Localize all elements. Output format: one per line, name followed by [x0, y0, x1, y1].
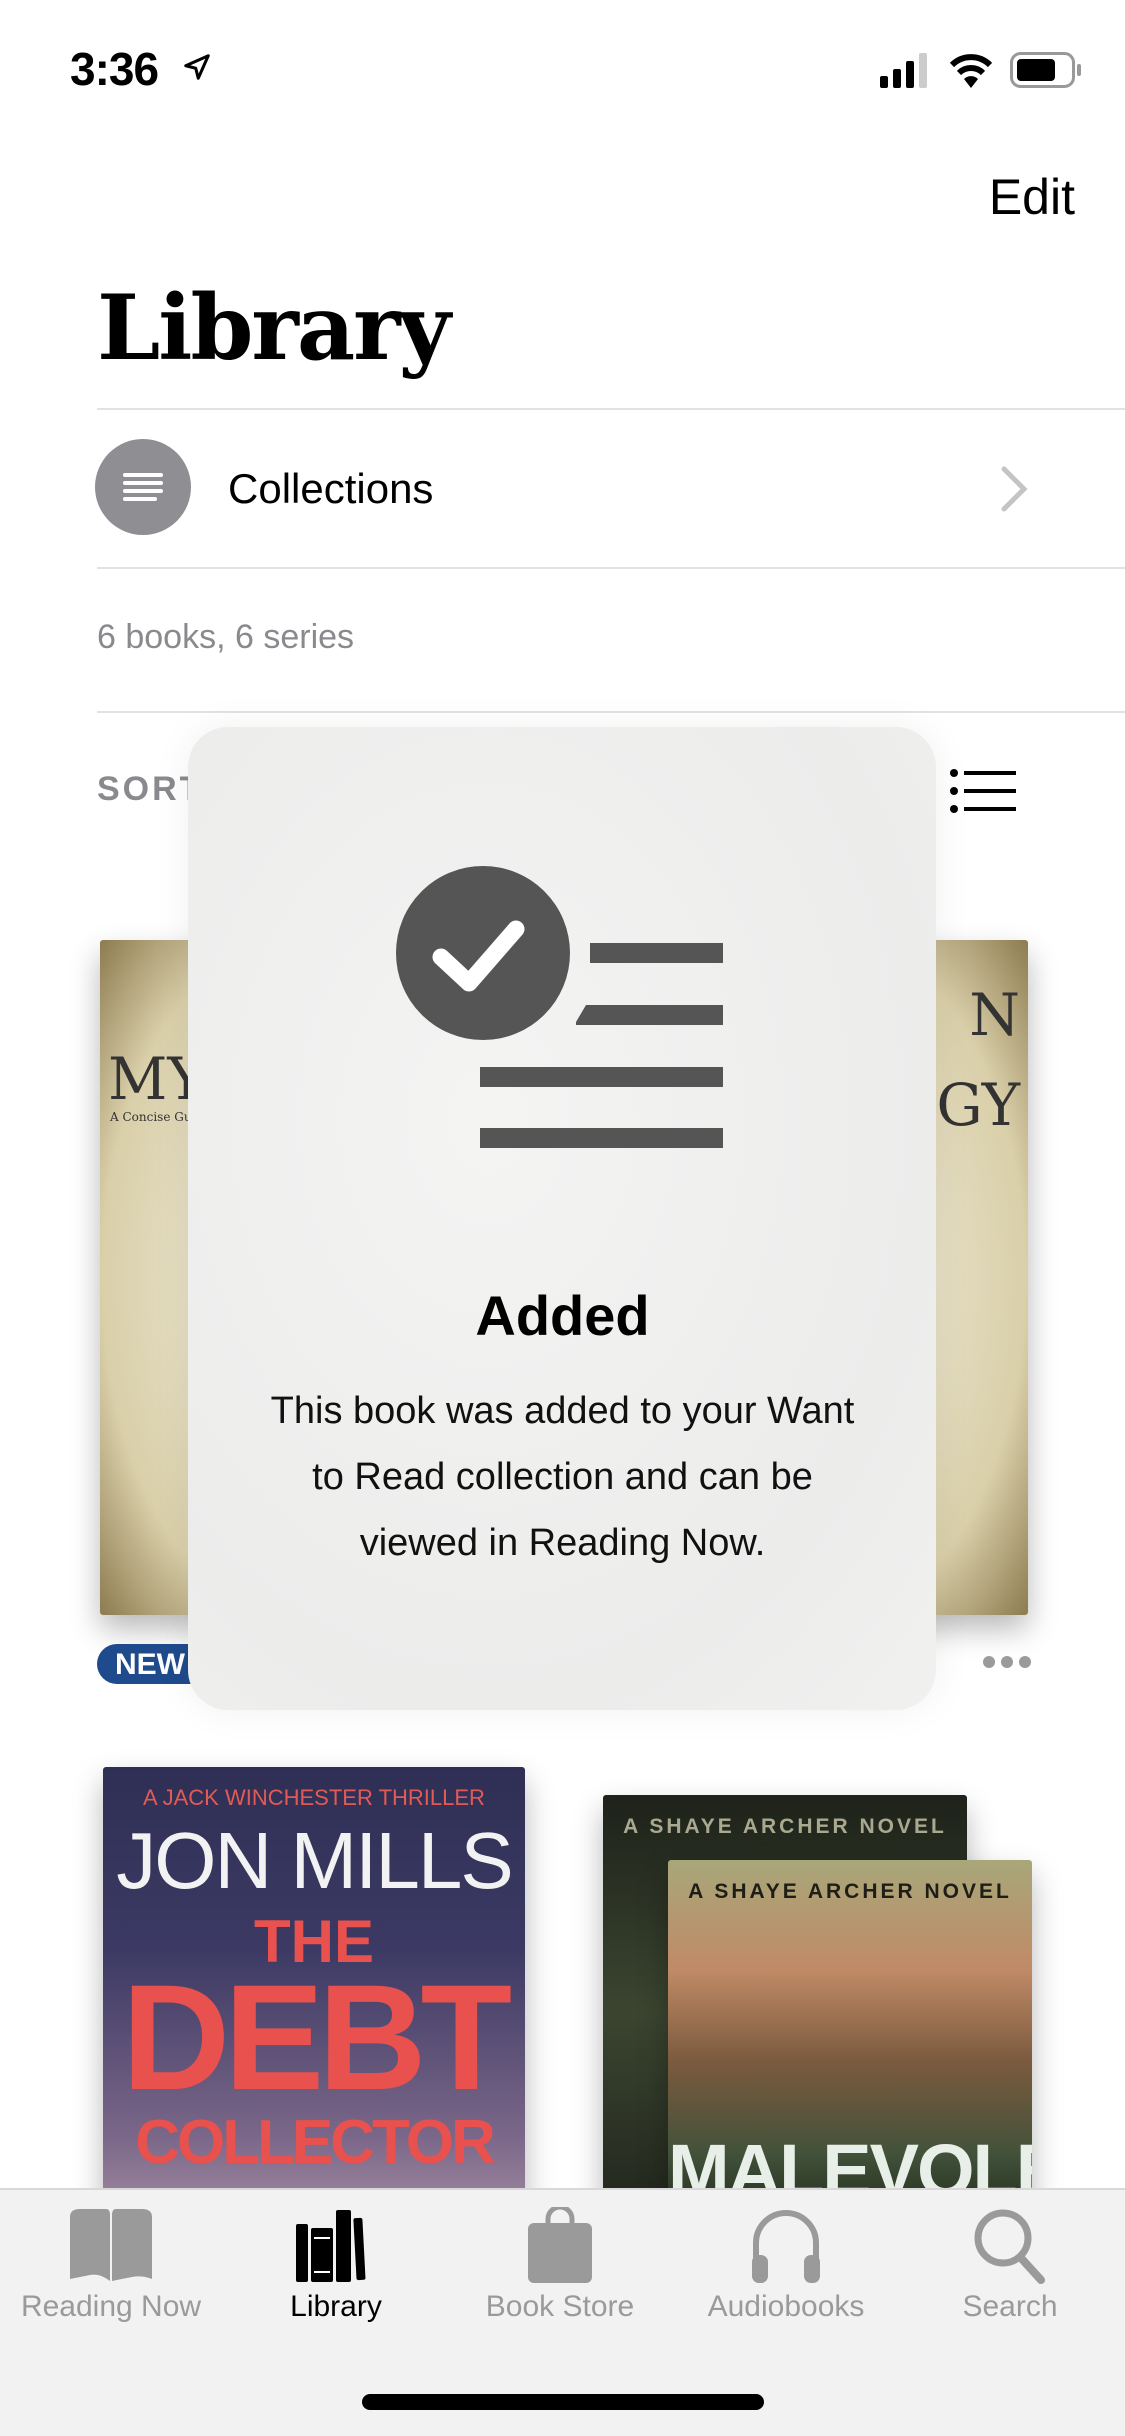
signal-icon: [880, 53, 927, 88]
cover-series: A SHAYE ARCHER NOVEL: [623, 1815, 947, 1838]
location-arrow-icon: [184, 54, 210, 80]
cover-subtitle: A Concise Gui: [110, 1110, 196, 1124]
cover-title: COLLECTOR: [135, 2108, 496, 2177]
headphones-icon: [752, 2210, 820, 2283]
battery-icon: [1010, 52, 1081, 88]
toast-title: Added: [475, 1284, 650, 1347]
edit-button[interactable]: Edit: [989, 168, 1075, 226]
book-cover-malevolent[interactable]: A SHAYE ARCHER NOVEL MALEVOLENT: [668, 1860, 1032, 2227]
checklist-added-icon: [396, 866, 723, 1148]
collections-label: Collections: [228, 465, 434, 512]
more-icon[interactable]: [982, 1655, 1032, 1669]
open-book-icon: [70, 2209, 152, 2281]
tab-label: Audiobooks: [707, 2290, 865, 2323]
book-cover-debt-collector[interactable]: A JACK WINCHESTER THRILLER JON MILLS THE…: [103, 1767, 525, 2227]
divider: [97, 567, 1125, 569]
books-icon: [296, 2210, 366, 2282]
cover-series: A SHAYE ARCHER NOVEL: [688, 1880, 1012, 1903]
shopping-bag-icon: [528, 2207, 592, 2283]
collections-row[interactable]: Collections: [0, 410, 1125, 566]
list-view-icon[interactable]: [950, 768, 1016, 814]
home-indicator[interactable]: [362, 2394, 764, 2410]
page-title: Library: [97, 275, 451, 381]
cover-author: JON MILLS: [116, 1816, 513, 1905]
tab-label: Library: [290, 2290, 382, 2323]
tab-label: Search: [962, 2290, 1058, 2323]
chevron-right-icon: [1001, 466, 1028, 512]
divider: [97, 711, 1125, 713]
tab-label: Reading Now: [20, 2290, 202, 2323]
library-summary: 6 books, 6 series: [97, 618, 355, 656]
cover-series: A JACK WINCHESTER THRILLER: [143, 1785, 485, 1810]
cover-title: DEBT: [121, 1953, 512, 2121]
collections-icon: [95, 439, 191, 535]
status-time: 3:36: [70, 43, 159, 95]
toast-message: This book was added to your Want to Read…: [270, 1390, 855, 1564]
tab-label: Book Store: [485, 2290, 635, 2323]
search-icon: [974, 2209, 1045, 2284]
wifi-icon: [949, 54, 993, 88]
